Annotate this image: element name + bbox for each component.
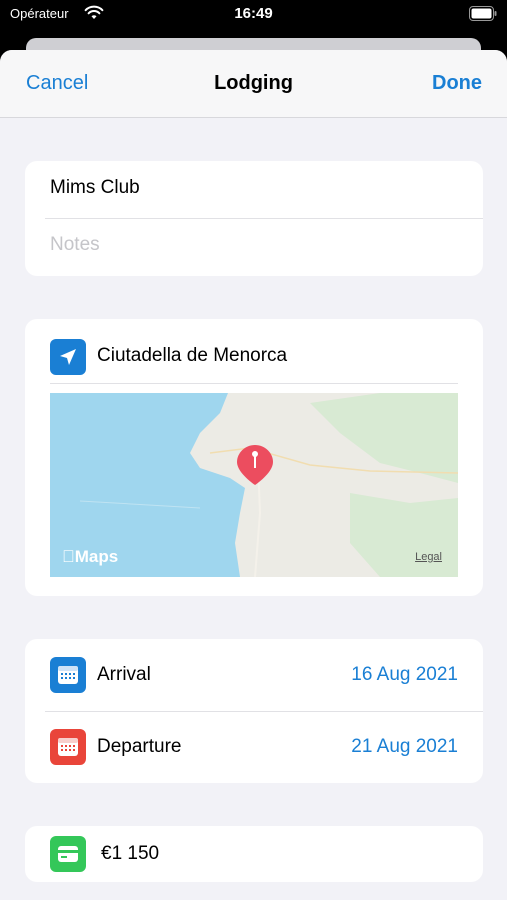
price-field[interactable]: €1 150	[101, 843, 159, 865]
location-arrow-icon	[50, 339, 86, 375]
arrival-label: Arrival	[97, 664, 151, 685]
status-time: 16:49	[234, 5, 273, 22]
price-card: €1 150	[25, 826, 483, 882]
location-map[interactable]: Maps Legal	[50, 393, 458, 577]
apple-logo-icon: 	[62, 547, 75, 566]
calendar-icon	[50, 657, 86, 693]
maps-brand-label: Maps	[62, 547, 118, 567]
divider	[45, 218, 483, 219]
done-button[interactable]: Done	[432, 72, 482, 95]
divider	[50, 383, 458, 384]
departure-row[interactable]: Departure 21 Aug 2021	[25, 711, 483, 783]
notes-field[interactable]: Notes	[50, 234, 100, 256]
lodging-name-field[interactable]: Mims Club	[50, 177, 140, 199]
lodging-sheet: Cancel Lodging Done Mims Club Notes Ciut…	[0, 50, 507, 900]
status-bar: Opérateur 16:49	[0, 0, 507, 30]
maps-legal-link[interactable]: Legal	[415, 551, 442, 563]
maps-brand-text: Maps	[62, 547, 118, 566]
lodging-details-card: Mims Club Notes	[25, 161, 483, 276]
departure-date[interactable]: 21 Aug 2021	[351, 736, 458, 758]
arrival-date[interactable]: 16 Aug 2021	[351, 664, 458, 686]
location-card: Ciutadella de Menorca Maps Legal	[25, 319, 483, 596]
credit-card-icon	[50, 836, 86, 872]
battery-icon	[469, 6, 497, 21]
arrival-row[interactable]: Arrival 16 Aug 2021	[25, 639, 483, 711]
calendar-icon	[50, 729, 86, 765]
departure-label: Departure	[97, 736, 182, 757]
location-name[interactable]: Ciutadella de Menorca	[97, 345, 287, 367]
page-title: Lodging	[214, 72, 293, 94]
navigation-bar: Cancel Lodging Done	[0, 50, 507, 118]
dates-card: Arrival 16 Aug 2021 Departure 21 Aug 202…	[25, 639, 483, 783]
